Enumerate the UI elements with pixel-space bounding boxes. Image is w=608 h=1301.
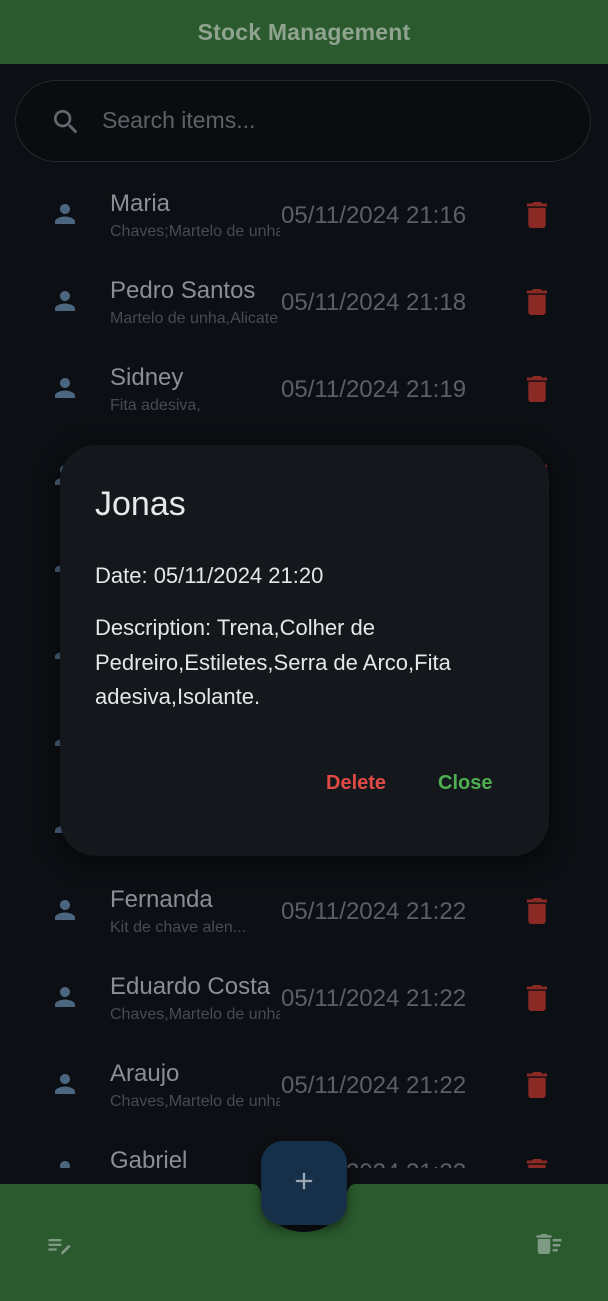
item-date: 05/11/2024 21:18 [281,289,467,316]
trash-icon[interactable] [524,200,550,235]
item-date: 05/11/2024 21:22 [281,985,467,1012]
person-icon [50,286,80,321]
app-title: Stock Management [197,18,411,45]
delete-sweep-icon[interactable] [532,1229,566,1264]
item-date: 05/11/2024 21:16 [281,202,467,229]
trash-icon[interactable] [524,896,550,931]
person-icon [50,199,80,234]
close-button[interactable]: Close [438,772,492,795]
item-name: Maria [110,190,171,217]
delete-button[interactable]: Delete [326,772,386,795]
person-icon [50,1156,80,1168]
item-description: Fita adesiva, [110,397,201,414]
item-description: Chaves,Martelo de unha [110,1093,280,1110]
plus-icon [290,1167,318,1200]
add-item-button[interactable] [261,1141,347,1225]
trash-icon[interactable] [524,1157,550,1168]
item-date: 05/11/2024 21:19 [281,376,467,403]
person-icon [50,982,80,1017]
trash-icon[interactable] [524,287,550,322]
list-item[interactable]: Sidney Fita adesiva, 05/11/2024 21:19 [0,344,608,431]
trash-icon[interactable] [524,1070,550,1105]
person-icon [50,373,80,408]
trash-icon[interactable] [524,983,550,1018]
item-name: Sidney [110,364,184,391]
item-description: Martelo de unha,Alicate [110,310,279,327]
list-item[interactable]: Pedro Santos Martelo de unha,Alicate 05/… [0,257,608,344]
item-name: Fernanda [110,886,213,913]
item-date: 05/11/2024 21:22 [281,898,467,925]
search-field[interactable]: Search items... [15,80,591,162]
dialog-date: Date: 05/11/2024 21:20 [95,563,324,588]
app-bar: Stock Management [0,0,608,64]
list-item[interactable]: Maria Chaves;Martelo de unha 05/11/2024 … [0,170,608,257]
item-detail-dialog: Jonas Date: 05/11/2024 21:20 Description… [60,445,549,856]
item-name: Araujo [110,1060,180,1087]
trash-icon[interactable] [524,374,550,409]
list-item[interactable]: Araujo Chaves,Martelo de unha 05/11/2024… [0,1040,608,1127]
list-item[interactable]: Eduardo Costa Chaves,Martelo de unha 05/… [0,953,608,1040]
person-icon [50,895,80,930]
dialog-description: Description: Trena,Colher de Pedreiro,Es… [95,615,451,709]
item-description: Kit de chave alen... [110,919,247,936]
dialog-title: Jonas [95,485,186,523]
item-name: Pedro Santos [110,277,256,304]
item-name: Gabriel [110,1147,188,1168]
item-date: 05/11/2024 21:22 [281,1072,467,1099]
list-item[interactable]: Fernanda Kit de chave alen... 05/11/2024… [0,866,608,953]
edit-list-icon[interactable] [43,1232,75,1265]
item-description: Chaves,Martelo de unha [110,1006,280,1023]
person-icon [50,1069,80,1104]
search-icon [50,106,82,143]
item-name: Eduardo Costa [110,973,271,1000]
item-description: Chaves;Martelo de unha [110,223,280,240]
search-placeholder[interactable]: Search items... [102,107,255,134]
